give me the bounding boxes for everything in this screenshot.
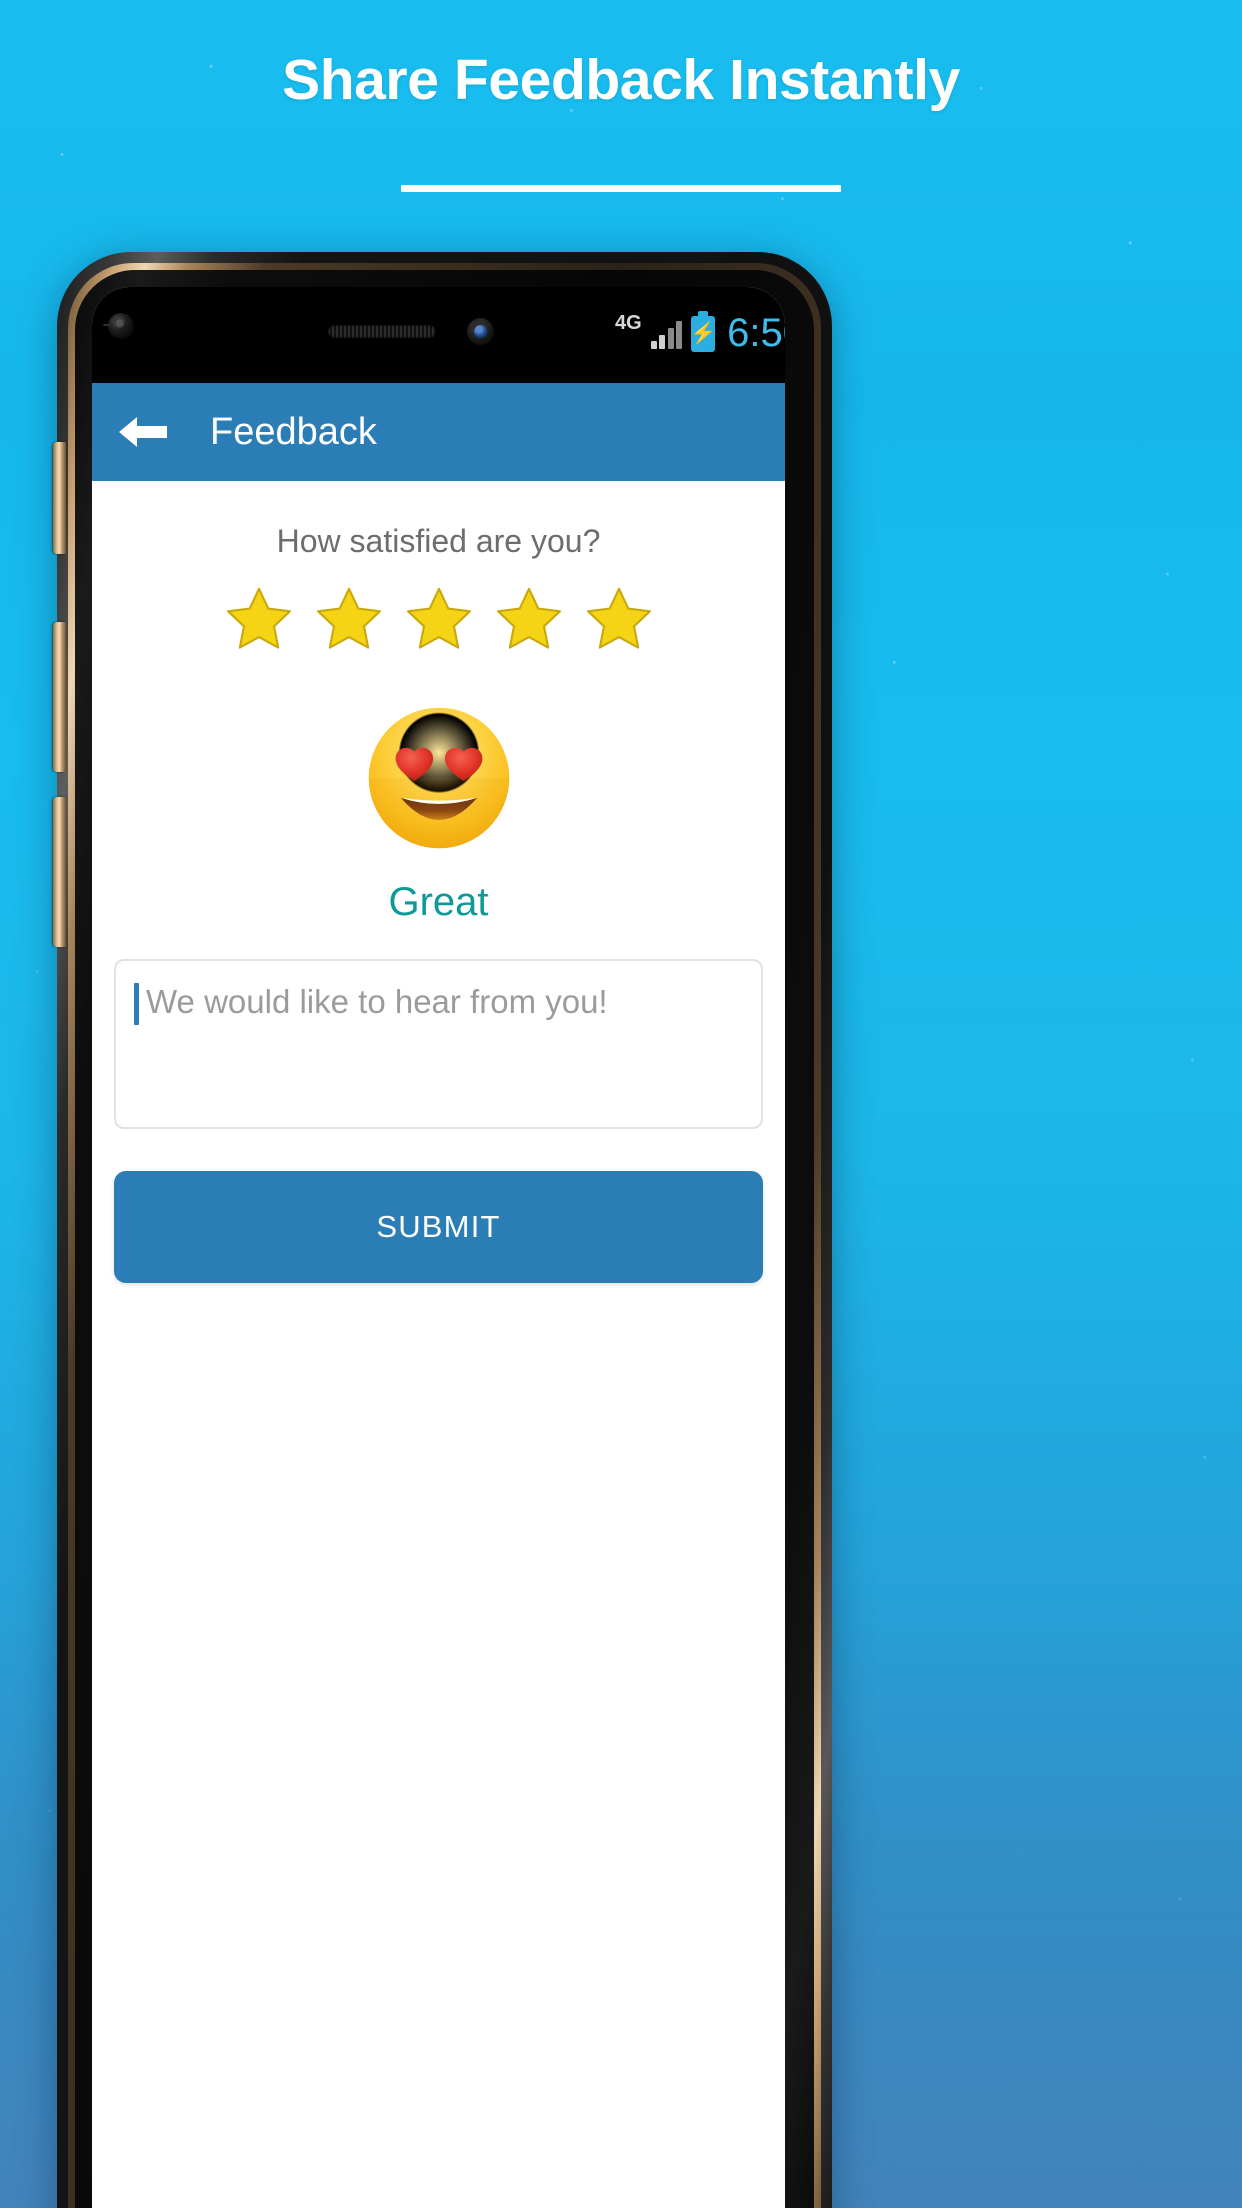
earpiece-speaker-icon (328, 325, 436, 338)
phone-mockup: 4G ⚡ 6:50 Feedback (53, 252, 832, 2208)
network-type-label: 4G (614, 312, 642, 334)
charging-bolt-icon: ⚡ (690, 322, 717, 345)
promo-screenshot: Share Feedback Instantly 4G ⚡ 6:5 Feedba… (0, 0, 1242, 2208)
feedback-input[interactable]: We would like to hear from you! (114, 959, 763, 1129)
silent-switch[interactable] (53, 442, 66, 554)
volume-down-button[interactable] (53, 797, 66, 947)
rating-emoji-container (92, 704, 785, 852)
status-bar-right: 4G ⚡ 6:50 (614, 310, 785, 356)
star-1-icon[interactable] (223, 584, 295, 656)
feedback-input-placeholder: We would like to hear from you! (146, 983, 608, 1020)
status-bar-left (103, 313, 134, 339)
submit-button-label: SUBMIT (376, 1209, 501, 1244)
status-bar-clock: 6:50 (727, 311, 785, 355)
promo-headline: Share Feedback Instantly (282, 48, 960, 112)
submit-button[interactable]: SUBMIT (114, 1171, 763, 1283)
page-title: Feedback (210, 410, 377, 453)
star-3-icon[interactable] (403, 584, 475, 656)
star-rating[interactable] (92, 584, 785, 656)
signal-strength-icon (650, 319, 683, 349)
status-bar: 4G ⚡ 6:50 (92, 287, 785, 383)
rating-label: Great (388, 880, 489, 924)
feedback-form: How satisfied are you? Great We would li… (92, 481, 785, 2208)
smiling-face-with-heart-eyes-emoji (368, 707, 509, 849)
proximity-sensor-icon (103, 313, 134, 339)
front-camera-icon (467, 318, 494, 345)
volume-up-button[interactable] (53, 622, 66, 772)
star-2-icon[interactable] (313, 584, 385, 656)
headline-divider (401, 185, 841, 192)
star-5-icon[interactable] (583, 584, 655, 656)
battery-charging-icon: ⚡ (690, 310, 717, 352)
phone-screen: 4G ⚡ 6:50 Feedback (92, 287, 785, 2208)
app-bar: Feedback (92, 383, 785, 481)
back-arrow-icon[interactable] (116, 412, 170, 452)
star-4-icon[interactable] (493, 584, 565, 656)
satisfaction-question: How satisfied are you? (276, 523, 601, 559)
text-caret (134, 983, 139, 1025)
